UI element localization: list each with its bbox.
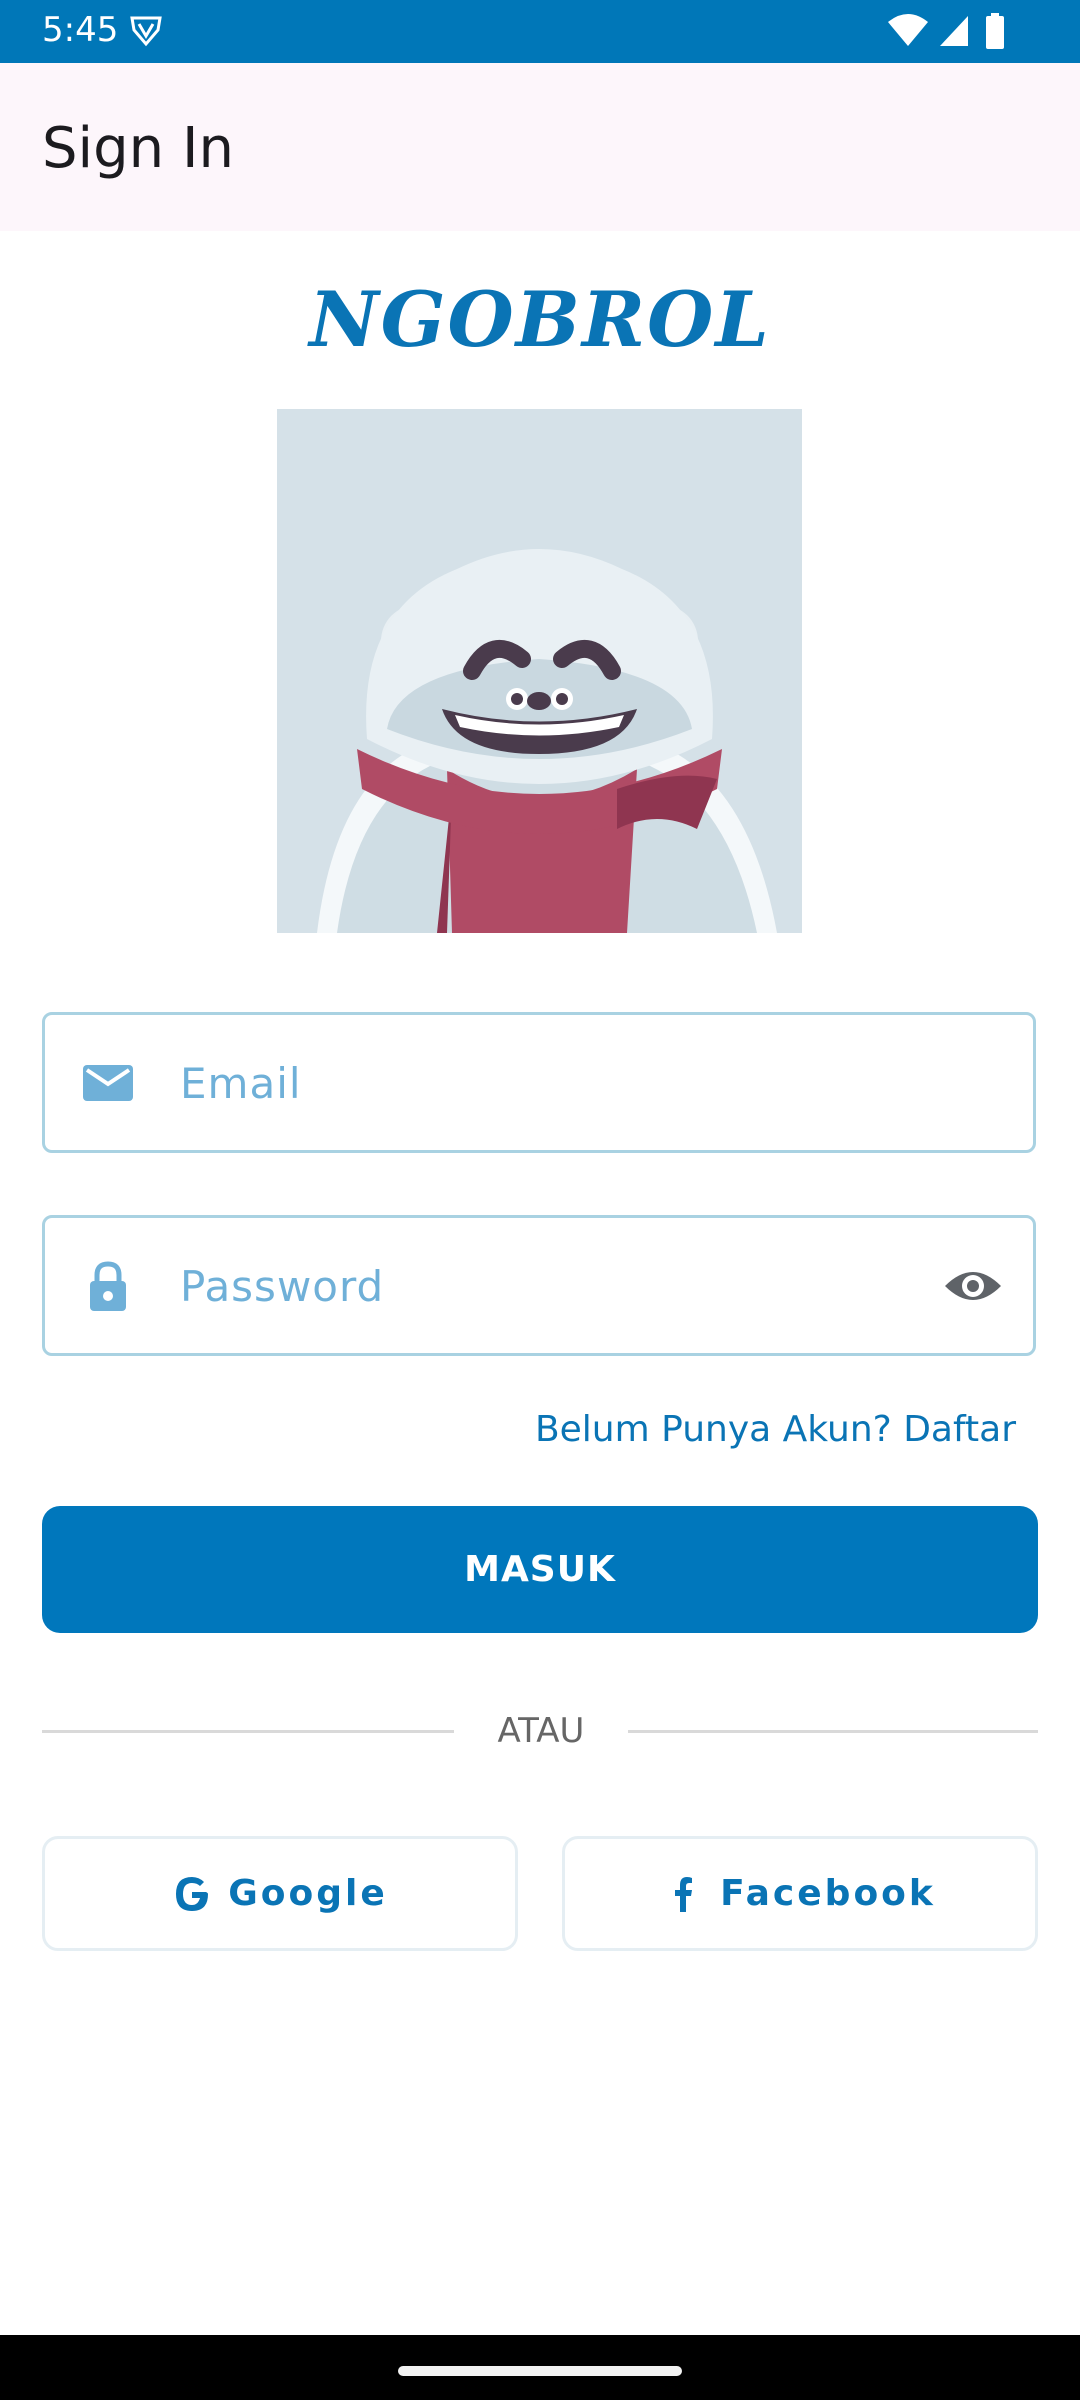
battery-icon: [986, 13, 1004, 49]
register-link[interactable]: Belum Punya Akun? Daftar: [535, 1406, 1016, 1454]
polar-bear-mascot-image: [277, 409, 802, 933]
page-title: Sign In: [42, 116, 234, 181]
facebook-f-icon: [675, 1876, 693, 1912]
app-logo-text: NGOBROL: [309, 275, 771, 364]
eye-icon[interactable]: [943, 1262, 1003, 1310]
app-bar: Sign In: [0, 63, 1080, 231]
home-indicator[interactable]: [398, 2366, 682, 2376]
lock-icon: [90, 1261, 126, 1311]
status-time: 5:45: [42, 10, 119, 50]
google-g-icon: [176, 1876, 209, 1911]
facebook-signin-button[interactable]: Facebook: [562, 1836, 1038, 1951]
login-button[interactable]: MASUK: [42, 1506, 1038, 1633]
wifi-icon: [888, 14, 928, 46]
google-signin-button[interactable]: Google: [42, 1836, 518, 1951]
divider-left: [42, 1730, 454, 1733]
status-bar: 5:45: [0, 0, 1080, 63]
divider-right: [628, 1730, 1038, 1733]
facebook-label: Facebook: [720, 1873, 936, 1914]
vpn-shield-icon: [130, 16, 162, 47]
email-field[interactable]: [42, 1012, 1036, 1153]
polar-bear-mascot-icon: [277, 409, 802, 933]
signal-icon: [940, 16, 968, 46]
divider-text: ATAU: [497, 1711, 585, 1751]
mail-icon: [83, 1065, 133, 1101]
email-input[interactable]: [180, 1035, 940, 1131]
password-field[interactable]: [42, 1215, 1036, 1356]
password-input[interactable]: [180, 1238, 940, 1334]
google-label: Google: [228, 1873, 388, 1914]
